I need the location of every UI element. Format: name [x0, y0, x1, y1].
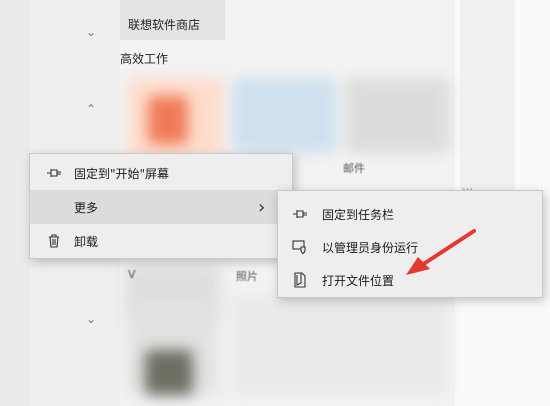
chevron-right-icon: ›	[258, 196, 266, 218]
chevron-up-icon[interactable]: ⌃	[86, 102, 96, 116]
app-tile[interactable]	[232, 78, 337, 153]
pin-icon	[46, 165, 62, 181]
menu-item-pin-to-start[interactable]: 固定到"开始"屏幕	[30, 156, 292, 190]
menu-item-label: 固定到任务栏	[322, 207, 395, 222]
menu-item-label: 固定到"开始"屏幕	[74, 166, 170, 181]
shield-run-icon	[292, 239, 308, 255]
right-panel	[460, 0, 515, 196]
menu-item-uninstall[interactable]: 卸载	[30, 224, 292, 258]
context-menu: 固定到"开始"屏幕 更多 › 卸载	[29, 153, 293, 259]
menu-item-label: 卸载	[74, 234, 99, 249]
tile-label-fragment: 照片	[236, 270, 258, 283]
mail-tile-label: 邮件	[343, 162, 365, 175]
tile-label-fragment: V	[128, 268, 136, 281]
app-tile[interactable]	[230, 295, 450, 395]
file-location-icon	[292, 272, 308, 288]
chevron-down-icon[interactable]: ⌄	[86, 25, 96, 39]
start-left-rail	[0, 0, 30, 406]
app-tile[interactable]	[345, 78, 450, 153]
pin-icon	[292, 206, 308, 222]
trash-icon	[46, 233, 62, 249]
group-title-efficient-work: 高效工作	[120, 52, 169, 66]
chevron-down-icon[interactable]: ⌄	[86, 312, 96, 326]
store-label: 联想软件商店	[128, 18, 201, 32]
menu-item-more[interactable]: 更多 ›	[30, 190, 292, 224]
menu-item-label: 更多	[74, 200, 99, 215]
app-tile-icon	[148, 96, 188, 144]
menu-item-label: 打开文件位置	[322, 273, 395, 288]
app-tile-icon	[145, 350, 193, 395]
annotation-arrow-icon	[406, 229, 476, 275]
